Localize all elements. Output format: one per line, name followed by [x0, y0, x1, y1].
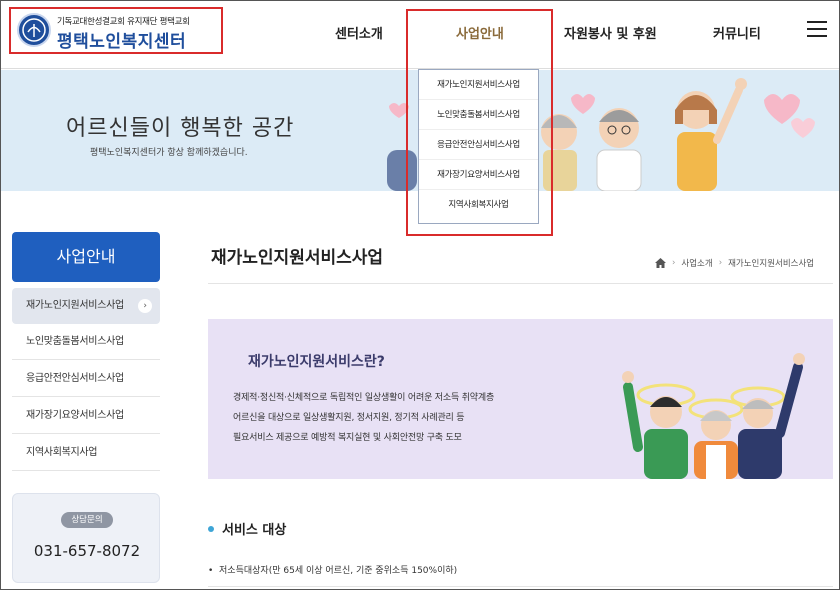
breadcrumb-item[interactable]: 사업소개: [681, 257, 712, 269]
nav-center-intro[interactable]: 센터소개: [335, 23, 383, 42]
site-logo[interactable]: 기독교대한성결교회 유지재단 평택교회 평택노인복지센터: [9, 7, 223, 54]
banner-subtitle: 평택노인복지센터가 항상 함께하겠습니다.: [90, 148, 248, 158]
dropdown-highlight: [406, 9, 553, 236]
sidebar-item-emergency[interactable]: 응급안전안심서비스사업: [12, 361, 160, 397]
sidebar-item-label: 재가노인지원서비스사업: [26, 300, 124, 311]
bullet-icon: •: [208, 566, 220, 576]
breadcrumb: › 사업소개 › 재가노인지원서비스사업: [655, 257, 814, 269]
bullet-dot-icon: [208, 525, 214, 532]
logo-org-name: 기독교대한성결교회 유지재단 평택교회: [57, 17, 190, 27]
chevron-right-icon: ›: [718, 258, 723, 268]
section-title: 서비스 대상: [208, 519, 286, 538]
chevron-right-icon: ›: [138, 299, 152, 313]
contact-phone[interactable]: 031-657-8072: [13, 542, 161, 560]
sidebar-item-home-support[interactable]: 재가노인지원서비스사업 ›: [12, 288, 160, 324]
divider: [208, 283, 833, 284]
home-icon[interactable]: [655, 258, 666, 268]
service-target-item: • 저소득대상자(만 65세 이상 어르신, 기준 중위소득 150%이하): [208, 563, 457, 576]
banner-title: 어르신들이 행복한 공간: [66, 116, 295, 141]
sidebar-item-community-welfare[interactable]: 지역사회복지사업: [12, 435, 160, 471]
emblem-icon: [17, 13, 51, 47]
nav-community[interactable]: 커뮤니티: [713, 23, 761, 42]
intro-text-line: 경제적·정신적·신체적으로 독립적인 일상생활이 어려운 저소득 취약계층: [233, 393, 495, 403]
sidebar-item-custom-care[interactable]: 노인맞춤돌봄서비스사업: [12, 324, 160, 360]
contact-badge: 상담문의: [61, 512, 113, 528]
section-title-text: 서비스 대상: [222, 523, 287, 538]
hamburger-menu-icon[interactable]: [807, 21, 827, 39]
service-target-text: 저소득대상자(만 65세 이상 어르신, 기준 중위소득 150%이하): [219, 566, 458, 576]
intro-box: 재가노인지원서비스란? 경제적·정신적·신체적으로 독립적인 일상생활이 어려운…: [208, 319, 833, 479]
divider: [208, 586, 833, 587]
chevron-right-icon: ›: [672, 258, 676, 268]
intro-text-line: 필요서비스 제공으로 예방적 복지실현 및 사회안전망 구축 도모: [233, 433, 462, 443]
nav-volunteer[interactable]: 자원봉사 및 후원: [564, 23, 657, 42]
page-title: 재가노인지원서비스사업: [211, 248, 384, 268]
cheering-people-illustration: [622, 353, 805, 479]
intro-text-line: 어르신을 대상으로 일상생활지원, 정서지원, 정기적 사례관리 등: [233, 413, 465, 423]
sidebar-heading: 사업안내: [12, 232, 160, 282]
intro-title: 재가노인지원서비스란?: [248, 354, 385, 370]
page: 기독교대한성결교회 유지재단 평택교회 평택노인복지센터 센터소개 사업안내 자…: [0, 0, 840, 590]
sidebar-item-long-term-care[interactable]: 재가장기요양서비스사업: [12, 398, 160, 434]
breadcrumb-item[interactable]: 재가노인지원서비스사업: [728, 257, 814, 269]
contact-box: 상담문의 031-657-8072: [12, 493, 160, 583]
logo-center-name: 평택노인복지센터: [57, 32, 187, 52]
